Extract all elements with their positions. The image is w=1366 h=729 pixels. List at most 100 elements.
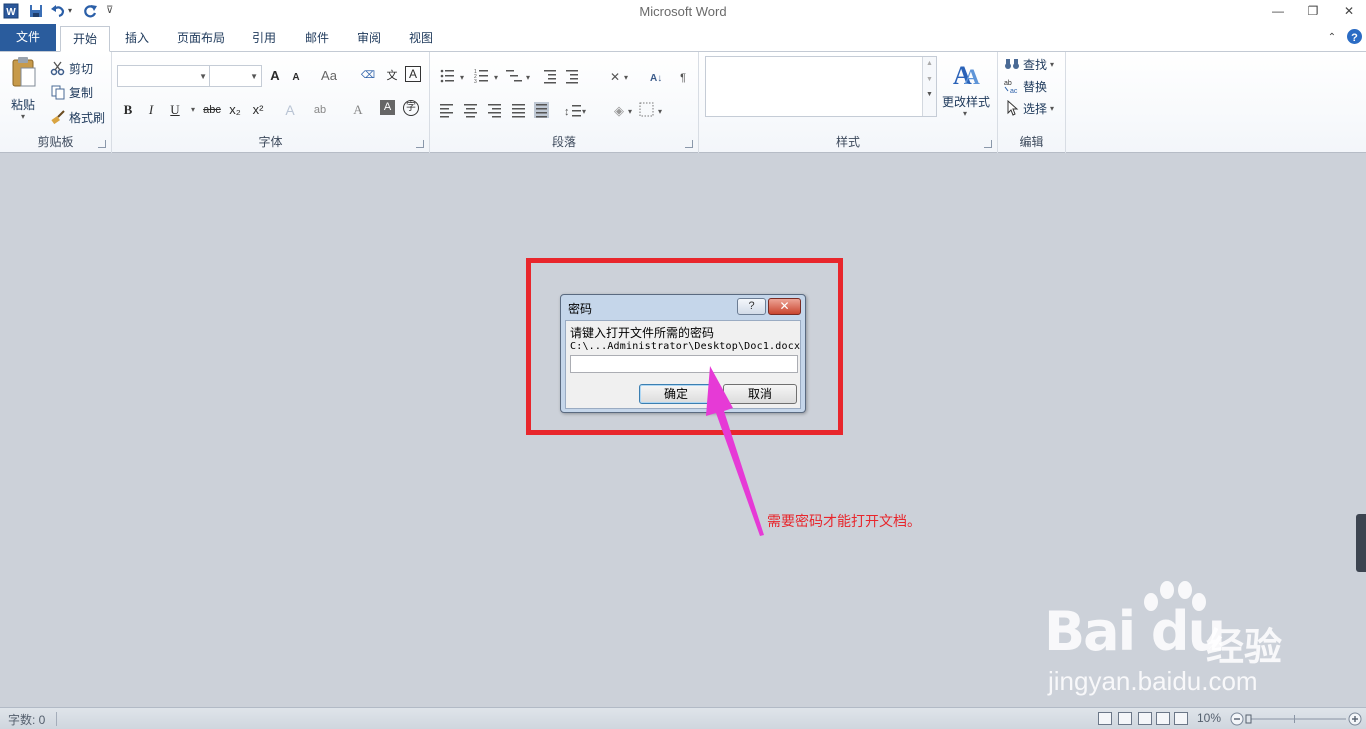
zoom-level[interactable]: 10% xyxy=(1197,711,1221,725)
grow-font-icon[interactable]: A xyxy=(265,66,285,86)
styles-gallery[interactable]: ▲ ▼ ▼ xyxy=(705,56,937,117)
clipboard-group-label: 剪贴板 xyxy=(37,135,74,149)
password-input[interactable] xyxy=(570,355,798,373)
change-styles-button[interactable]: A A 更改样式 ▾ xyxy=(941,56,995,128)
change-case-icon[interactable]: Aa xyxy=(316,66,342,86)
replace-button[interactable]: ab ac 替换 xyxy=(1004,76,1047,96)
full-screen-reading-icon[interactable] xyxy=(1118,712,1132,725)
text-effects-icon[interactable]: A xyxy=(280,100,300,120)
tab-file[interactable]: 文件 xyxy=(0,24,56,51)
clear-format-icon[interactable]: ⌫ xyxy=(358,66,378,86)
underline-button[interactable]: U xyxy=(165,100,185,120)
draft-view-icon[interactable] xyxy=(1174,712,1188,725)
strikethrough-button[interactable]: abc xyxy=(200,100,224,120)
highlight-icon[interactable]: ab xyxy=(310,100,330,120)
outline-view-icon[interactable] xyxy=(1156,712,1170,725)
ok-button[interactable]: 确定 xyxy=(639,384,713,404)
copy-icon xyxy=(51,85,65,100)
copy-button[interactable]: 复制 xyxy=(50,82,93,102)
watermark-logo: Bai du xyxy=(1044,600,1226,663)
paragraph-group-label: 段落 xyxy=(551,135,576,149)
svg-text:▾: ▾ xyxy=(526,73,530,82)
tab-home[interactable]: 开始 xyxy=(60,26,110,52)
clipboard-icon xyxy=(12,57,36,87)
font-name-dropdown-icon: ▼ xyxy=(199,72,207,81)
annotation-text: 需要密码才能打开文档。 xyxy=(767,513,921,529)
svg-text:▾: ▾ xyxy=(658,107,662,116)
paragraph-row1-icons: ▾ 123 ▾ ▾ ✕ ▾ A↓ ¶ xyxy=(440,69,686,84)
select-label: 选择 xyxy=(1023,101,1048,116)
print-layout-view-icon[interactable] xyxy=(1098,712,1112,725)
superscript-button[interactable]: x² xyxy=(248,100,268,120)
close-button[interactable]: ✕ xyxy=(1336,2,1362,20)
collapse-ribbon-icon[interactable]: ⌃ xyxy=(1324,26,1340,52)
cut-button[interactable]: 剪切 xyxy=(50,58,93,78)
group-font: ▼ ▼ A A Aa ⌫ 文 A B I U ▾ abc x₂ x² A ab … xyxy=(112,52,430,153)
character-shading-icon[interactable]: A xyxy=(380,100,395,115)
tab-references[interactable]: 引用 xyxy=(243,26,285,52)
gallery-down-icon[interactable]: ▼ xyxy=(923,76,936,83)
svg-text:▾: ▾ xyxy=(624,73,628,82)
tab-view[interactable]: 视图 xyxy=(400,26,442,52)
group-paragraph: ▾ 123 ▾ ▾ ✕ ▾ A↓ ¶ ↕ ▾ ◈ ▾ ▾ 段落 xyxy=(430,52,699,153)
svg-text:▾: ▾ xyxy=(628,107,632,116)
change-styles-label: 更改样式 xyxy=(942,95,991,109)
clipboard-launcher-icon[interactable] xyxy=(98,140,106,148)
watermark-jingyan: 经验 xyxy=(1206,627,1283,669)
gallery-more-icon[interactable]: ▼ xyxy=(923,91,936,98)
bold-button[interactable]: B xyxy=(118,100,138,120)
ribbon: 粘贴 ▾ 剪切 复制 格式刷 剪贴板 ▼ ▼ A A Aa ⌫ 文 A B I … xyxy=(0,52,1366,153)
svg-text:A↓: A↓ xyxy=(650,73,662,84)
font-launcher-icon[interactable] xyxy=(416,140,424,148)
find-dropdown-icon: ▾ xyxy=(1050,59,1055,69)
svg-text:▾: ▾ xyxy=(494,73,498,82)
font-name-combo[interactable]: ▼ xyxy=(117,65,211,87)
group-editing: 查找 ▾ ab ac 替换 选择 ▾ 编辑 xyxy=(998,52,1066,153)
tab-mailings[interactable]: 邮件 xyxy=(296,26,338,52)
paste-button[interactable]: 粘贴 ▾ xyxy=(6,56,42,128)
font-size-combo[interactable]: ▼ xyxy=(209,65,262,87)
format-painter-button[interactable]: 格式刷 xyxy=(50,107,105,127)
font-color-button[interactable]: A xyxy=(348,100,368,120)
format-painter-icon xyxy=(51,110,65,125)
dialog-close-button[interactable]: ✕ xyxy=(768,298,801,315)
tab-page-layout[interactable]: 页面布局 xyxy=(168,26,234,52)
help-icon[interactable]: ? xyxy=(1346,28,1363,45)
shrink-font-icon[interactable]: A xyxy=(286,68,306,88)
side-panel-handle[interactable] xyxy=(1356,514,1366,572)
styles-group-label: 样式 xyxy=(835,135,860,149)
minimize-button[interactable]: — xyxy=(1265,2,1291,20)
zoom-slider[interactable] xyxy=(1230,712,1362,726)
dialog-help-button[interactable]: ? xyxy=(737,298,766,315)
status-bar: 字数: 0 10% xyxy=(0,707,1366,729)
dialog-file-path: C:\...Administrator\Desktop\Doc1.docx xyxy=(570,341,801,352)
scissors-icon xyxy=(50,61,65,76)
svg-text:◈: ◈ xyxy=(614,103,624,118)
change-styles-dropdown-icon: ▾ xyxy=(963,109,968,118)
paragraph-launcher-icon[interactable] xyxy=(685,140,693,148)
word-count[interactable]: 字数: 0 xyxy=(8,711,45,728)
svg-text:▾: ▾ xyxy=(460,73,464,82)
web-layout-icon[interactable] xyxy=(1138,712,1152,725)
restore-button[interactable]: ❐ xyxy=(1300,2,1326,20)
enclose-characters-icon[interactable]: 字 xyxy=(403,100,419,116)
styles-launcher-icon[interactable] xyxy=(984,140,992,148)
status-divider xyxy=(56,712,57,726)
tab-insert[interactable]: 插入 xyxy=(116,26,158,52)
phonetic-guide-icon[interactable]: 文 xyxy=(382,66,402,86)
editing-group-label: 编辑 xyxy=(1019,135,1044,149)
binoculars-icon xyxy=(1005,59,1019,69)
cancel-button[interactable]: 取消 xyxy=(723,384,797,404)
group-styles: ▲ ▼ ▼ A A 更改样式 ▾ 样式 xyxy=(699,52,998,153)
find-button[interactable]: 查找 ▾ xyxy=(1004,54,1054,74)
character-border-icon[interactable]: A xyxy=(405,66,421,82)
subscript-button[interactable]: x₂ xyxy=(225,100,245,120)
tab-review[interactable]: 审阅 xyxy=(348,26,390,52)
select-button[interactable]: 选择 ▾ xyxy=(1004,98,1054,118)
cursor-arrow-icon xyxy=(1007,100,1019,116)
italic-button[interactable]: I xyxy=(141,100,161,120)
gallery-up-icon[interactable]: ▲ xyxy=(923,60,936,67)
svg-text:ab: ab xyxy=(1004,80,1012,87)
ribbon-tabs: 文件 开始 插入 页面布局 引用 邮件 审阅 视图 ⌃ ? xyxy=(0,24,1366,52)
dialog-title: 密码 xyxy=(568,302,593,316)
